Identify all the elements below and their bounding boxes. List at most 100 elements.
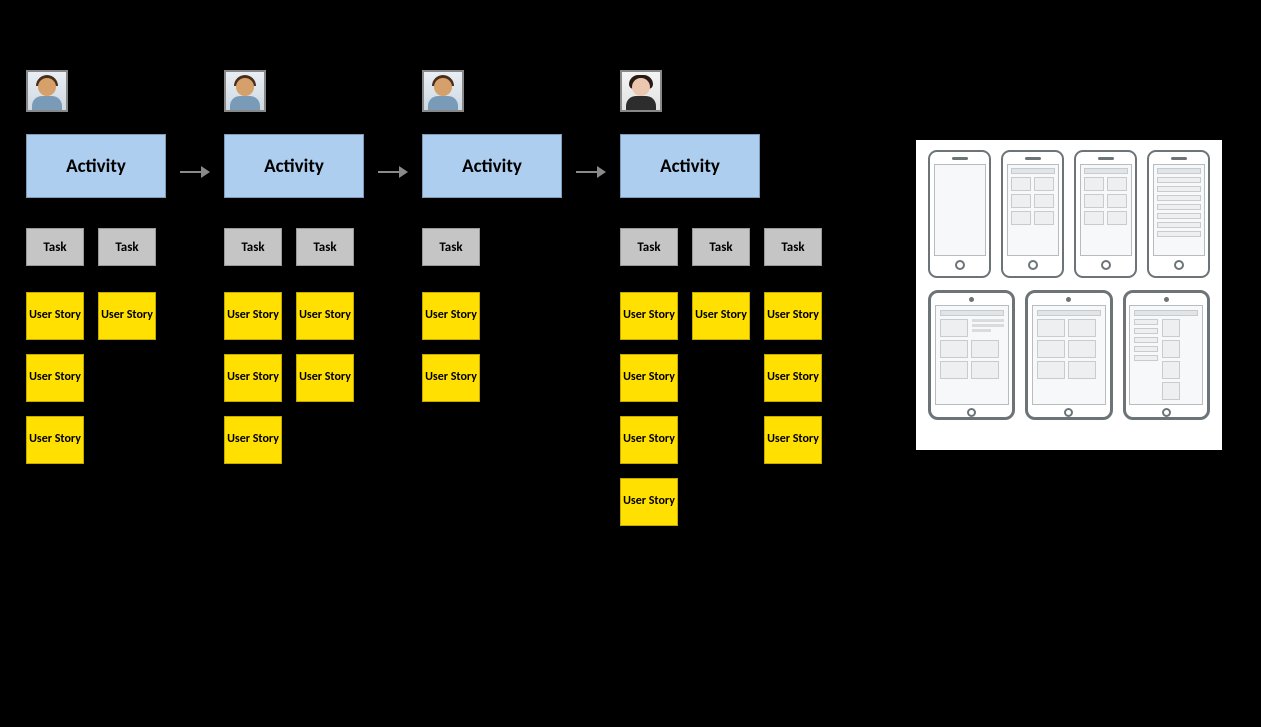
story-label: User Story — [227, 309, 279, 323]
story-card: User Story — [620, 354, 678, 402]
story-label: User Story — [695, 309, 747, 323]
story-label: User Story — [425, 371, 477, 385]
arrow-right-icon — [576, 162, 606, 182]
task-card: Task — [692, 228, 750, 266]
story-card: User Story — [422, 354, 480, 402]
story-card: User Story — [620, 416, 678, 464]
story-label: User Story — [623, 371, 675, 385]
task-row: Task Task Task — [620, 228, 822, 266]
story-card: User Story — [26, 292, 84, 340]
story-label: User Story — [623, 309, 675, 323]
arrow-right-icon — [180, 162, 210, 182]
persona-avatar — [224, 70, 266, 112]
story-label: User Story — [29, 433, 81, 447]
story-stack: User Story User Story User Story — [224, 292, 282, 464]
story-card: User Story — [26, 354, 84, 402]
activity-card: Activity — [620, 134, 760, 198]
column-1: Activity Task Task User Story User Story… — [26, 70, 196, 464]
story-stack: User Story User Story User Story — [764, 292, 822, 526]
story-stack: User Story — [692, 292, 750, 526]
persona-avatar — [422, 70, 464, 112]
story-label: User Story — [227, 371, 279, 385]
phone-wireframe — [1074, 150, 1137, 278]
story-columns: User Story User Story User Story User St… — [224, 292, 354, 464]
story-label: User Story — [767, 371, 819, 385]
story-card: User Story — [620, 478, 678, 526]
task-card: Task — [764, 228, 822, 266]
story-card: User Story — [764, 354, 822, 402]
phone-wireframe — [1001, 150, 1064, 278]
story-card: User Story — [224, 416, 282, 464]
story-stack: User Story User Story — [422, 292, 480, 402]
story-columns: User Story User Story User Story User St… — [620, 292, 822, 526]
task-label: Task — [43, 240, 66, 255]
task-label: Task — [439, 240, 462, 255]
task-card: Task — [224, 228, 282, 266]
activity-label: Activity — [660, 155, 720, 178]
tablet-wireframe — [1025, 290, 1112, 420]
story-label: User Story — [767, 433, 819, 447]
story-card: User Story — [422, 292, 480, 340]
story-columns: User Story User Story User Story User St… — [26, 292, 156, 464]
story-stack: User Story User Story User Story — [26, 292, 84, 464]
task-card: Task — [26, 228, 84, 266]
activity-label: Activity — [66, 155, 126, 178]
persona-avatar — [620, 70, 662, 112]
phone-wireframe-row — [928, 150, 1210, 278]
wireframe-panel — [916, 140, 1222, 450]
task-row: Task Task — [224, 228, 354, 266]
story-stack: User Story — [98, 292, 156, 464]
story-label: User Story — [29, 309, 81, 323]
story-map-diagram: Activity Task Task User Story User Story… — [0, 0, 1261, 727]
story-label: User Story — [29, 371, 81, 385]
column-3: Activity Task User Story User Story — [422, 70, 592, 402]
story-card: User Story — [224, 292, 282, 340]
tablet-wireframe-row — [928, 290, 1210, 420]
task-row: Task — [422, 228, 480, 266]
story-card: User Story — [296, 354, 354, 402]
task-card: Task — [422, 228, 480, 266]
story-columns: User Story User Story — [422, 292, 480, 402]
story-label: User Story — [623, 433, 675, 447]
task-label: Task — [781, 240, 804, 255]
task-card: Task — [296, 228, 354, 266]
story-card: User Story — [296, 292, 354, 340]
task-card: Task — [620, 228, 678, 266]
task-label: Task — [115, 240, 138, 255]
activity-card: Activity — [422, 134, 562, 198]
task-label: Task — [709, 240, 732, 255]
story-card: User Story — [764, 416, 822, 464]
story-stack: User Story User Story — [296, 292, 354, 464]
tablet-wireframe — [1123, 290, 1210, 420]
column-4: Activity Task Task Task User Story User … — [620, 70, 790, 526]
task-label: Task — [313, 240, 336, 255]
arrow-right-icon — [378, 162, 408, 182]
story-card: User Story — [26, 416, 84, 464]
story-card: User Story — [98, 292, 156, 340]
story-label: User Story — [425, 309, 477, 323]
story-label: User Story — [227, 433, 279, 447]
story-card: User Story — [692, 292, 750, 340]
activity-label: Activity — [462, 155, 522, 178]
task-label: Task — [637, 240, 660, 255]
task-row: Task Task — [26, 228, 156, 266]
story-card: User Story — [764, 292, 822, 340]
story-stack: User Story User Story User Story User St… — [620, 292, 678, 526]
story-label: User Story — [299, 371, 351, 385]
activity-card: Activity — [26, 134, 166, 198]
tablet-wireframe — [928, 290, 1015, 420]
persona-avatar — [26, 70, 68, 112]
column-2: Activity Task Task User Story User Story… — [224, 70, 394, 464]
activity-label: Activity — [264, 155, 324, 178]
task-label: Task — [241, 240, 264, 255]
story-label: User Story — [101, 309, 153, 323]
phone-wireframe — [1147, 150, 1210, 278]
story-card: User Story — [224, 354, 282, 402]
phone-wireframe — [928, 150, 991, 278]
story-card: User Story — [620, 292, 678, 340]
activity-card: Activity — [224, 134, 364, 198]
story-label: User Story — [299, 309, 351, 323]
task-card: Task — [98, 228, 156, 266]
story-label: User Story — [767, 309, 819, 323]
story-label: User Story — [623, 495, 675, 509]
